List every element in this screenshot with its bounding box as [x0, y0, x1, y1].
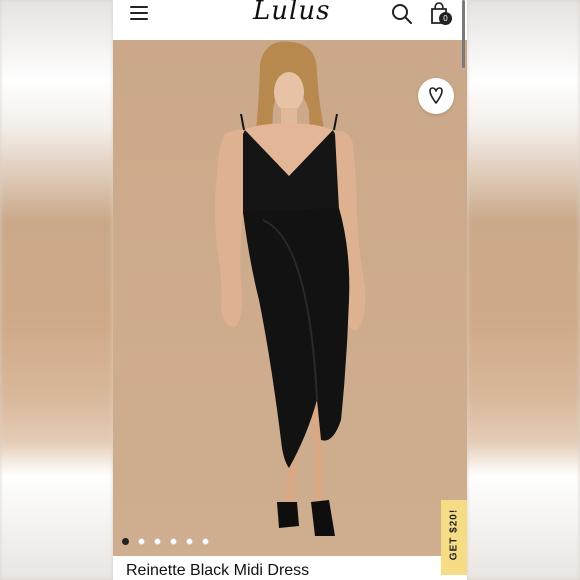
scrollbar[interactable] [462, 0, 465, 68]
carousel-dot-2[interactable] [138, 538, 145, 545]
model-photo [215, 41, 366, 536]
product-image[interactable] [113, 40, 467, 556]
product-title: Reinette Black Midi Dress [126, 562, 310, 579]
promo-label: GET $20! [448, 508, 460, 561]
top-navigation-bar: Lulus 0 [113, 0, 467, 40]
search-icon[interactable] [391, 3, 413, 25]
carousel-dot-4[interactable] [170, 538, 177, 545]
carousel-dot-5[interactable] [186, 538, 193, 545]
promo-tab[interactable]: GET $20! [441, 500, 467, 575]
blurred-background-left [0, 0, 113, 580]
heart-icon [429, 87, 443, 104]
hamburger-menu-icon[interactable] [130, 6, 150, 22]
carousel-dot-3[interactable] [154, 538, 161, 545]
bag-count-badge: 0 [439, 12, 452, 25]
image-carousel-dots [122, 538, 209, 545]
favorite-button[interactable] [418, 78, 454, 114]
blurred-background-right [467, 0, 580, 580]
brand-logo[interactable]: Lulus [253, 0, 330, 26]
carousel-dot-1[interactable] [122, 538, 129, 545]
mobile-product-page: Lulus 0 GET $20! Reinette Black Midi Dre… [113, 0, 467, 580]
carousel-dot-6[interactable] [202, 538, 209, 545]
